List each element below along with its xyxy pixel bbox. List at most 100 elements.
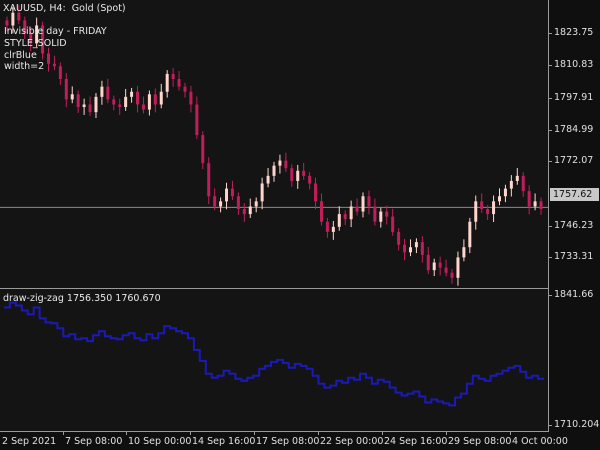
candle-body [159,91,163,105]
candle-body [254,201,258,207]
candle-body [355,206,359,212]
time-label: 7 Sep 08:00 [65,436,123,447]
candle-body [58,66,62,80]
candle-body [302,170,306,176]
candle-body [82,104,86,108]
candle-body [260,183,264,202]
candle-body [361,196,365,212]
candle-body [130,91,134,97]
candle-body [367,196,371,207]
candlestick-chart[interactable] [0,0,548,288]
candle-body [349,206,353,220]
indicator-value-2: 1760.670 [115,293,161,304]
candle-body [456,257,460,278]
candle-body [385,211,389,217]
candle-body [308,175,312,184]
candle-body [11,12,15,26]
candle-body [426,254,430,271]
candle-body [183,86,187,92]
candle-body [503,188,507,197]
price-tick: 1797.91 [554,92,594,103]
timeframe-label: H4 [49,3,63,14]
time-label: 24 Sep 16:00 [384,436,448,447]
candle-body [230,188,234,197]
candle-body [492,201,496,215]
indicator-tick: 1841.66 [554,289,594,300]
candle-body [171,73,175,80]
candle-body [278,160,282,166]
candle-body [242,208,246,215]
candle-body [391,216,395,232]
candle-body [94,96,98,113]
candle-body [539,201,543,209]
candle-body [52,63,56,67]
param-line-3: clrBlue [4,50,37,61]
candle-body [248,206,252,215]
candle-body [195,104,199,136]
candle-body [47,53,51,64]
candle-body [189,91,193,105]
zigzag-chart[interactable] [0,289,548,431]
time-label: 14 Sep 16:00 [192,436,256,447]
candle-body [177,79,181,87]
candle-body [373,206,377,222]
price-chart-pane[interactable] [0,0,549,289]
candle-body [509,180,513,189]
candle-body [319,201,323,222]
candle-body [136,91,140,105]
price-tick: 1823.75 [554,27,594,38]
candle-body [438,262,442,268]
candle-body [284,160,288,169]
candle-body [153,94,157,105]
candle-body [5,20,9,26]
candle-body [201,135,205,164]
candle-body [236,196,240,209]
price-tick: 1733.31 [554,251,594,262]
time-label: 17 Sep 08:00 [256,436,320,447]
candle-body [147,94,151,110]
candle-body [118,104,122,108]
candle-body [64,79,68,100]
candle-body [533,201,537,207]
candle-body [272,165,276,176]
instrument-name: Gold (Spot) [71,3,126,14]
indicator-pane[interactable] [0,289,549,432]
candle-body [397,231,401,245]
indicator-tick: 1710.204 [554,419,600,430]
candle-body [379,211,383,222]
chart-title: XAUUSD, H4: Gold (Spot) [3,3,126,14]
time-label: 2 Sep 2021 [2,436,57,447]
indicator-name: draw-zig-zag [3,293,64,304]
time-label: 29 Sep 08:00 [448,436,512,447]
price-tick: 1784.99 [554,124,594,135]
candle-body [88,104,92,113]
time-label: 10 Sep 00:00 [128,436,192,447]
candle-body [70,94,74,100]
time-label: 22 Sep 00:00 [320,436,384,447]
candle-body [480,201,484,209]
candle-body [325,221,329,232]
price-tick: 1746.23 [554,220,594,231]
candle-body [331,226,335,232]
candle-body [337,214,341,227]
param-line-4: width=2 [4,61,45,72]
bid-price-tag: 1757.62 [550,188,599,201]
candle-body [486,208,490,215]
candle-body [450,272,454,278]
candle-body [343,214,347,220]
candle-body [432,262,436,271]
candle-body [76,94,80,108]
candle-body [112,99,116,105]
candle-body [515,175,519,181]
candle-body [474,201,478,222]
candle-body [290,168,294,181]
candle-body [497,196,501,202]
candle-body [225,188,229,202]
candle-body [444,267,448,273]
candle-body [414,242,418,248]
indicator-value-1: 1756.350 [66,293,113,304]
candle-body [213,196,217,207]
candle-body [296,170,300,181]
param-line-2: STYLE_SOLID [4,38,67,49]
candle-body [521,175,525,192]
